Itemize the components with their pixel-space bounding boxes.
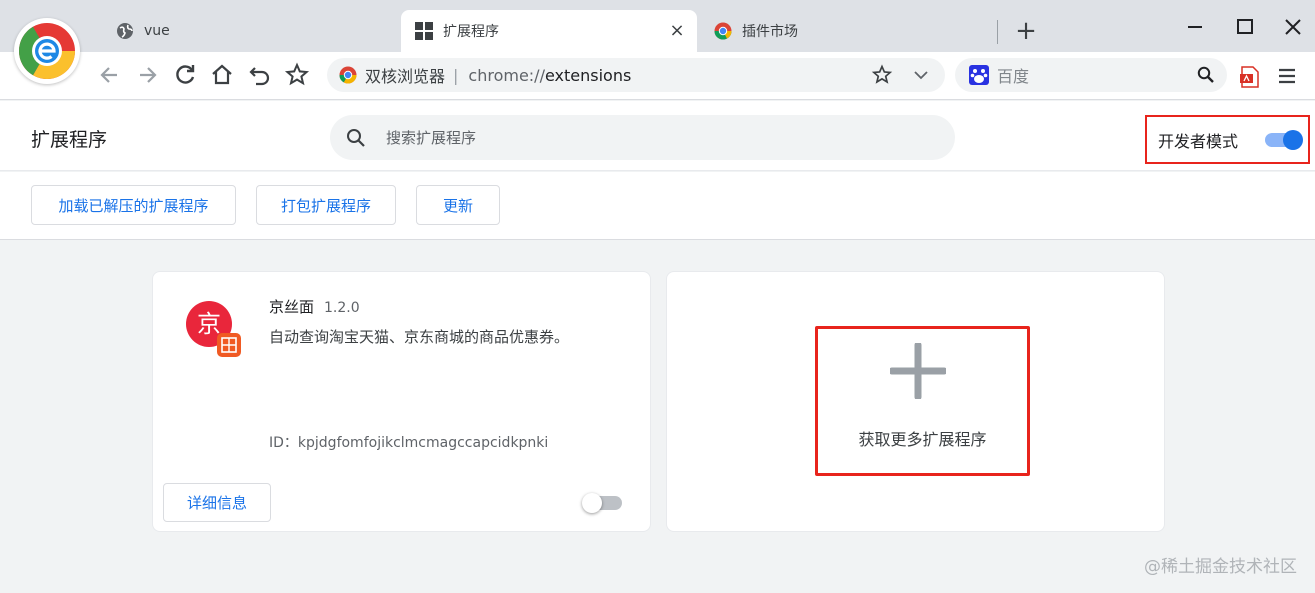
close-tab-icon[interactable]: × (667, 21, 687, 41)
url-scheme: chrome:// (468, 65, 545, 85)
tab-vue[interactable]: vue (108, 10, 398, 52)
tab-title: vue (144, 23, 170, 39)
load-unpacked-button[interactable]: 加载已解压的扩展程序 (31, 185, 236, 225)
extension-version: 1.2.0 (324, 300, 360, 316)
minimize-icon[interactable] (1180, 12, 1210, 42)
chrome-icon (714, 22, 732, 40)
search-icon (347, 128, 365, 147)
undo-icon[interactable] (247, 62, 273, 88)
browser-logo (14, 18, 80, 84)
new-tab-button[interactable]: + (1012, 18, 1040, 46)
extension-search-box[interactable] (330, 115, 955, 160)
url-text: chrome://extensions (468, 66, 631, 85)
update-button[interactable]: 更新 (416, 185, 500, 225)
omnibox-divider: | (453, 65, 459, 85)
bookmark-star-icon[interactable] (284, 62, 310, 88)
toggle-knob (582, 493, 602, 513)
search-icon[interactable] (1197, 66, 1215, 84)
browser-logo-icon (19, 23, 75, 80)
star-icon[interactable] (871, 64, 893, 86)
chrome-icon (339, 66, 357, 84)
close-window-icon[interactable] (1278, 12, 1308, 42)
dev-mode-label: 开发者模式 (1158, 131, 1239, 151)
tab-separator (997, 20, 998, 44)
developer-action-bar: 加载已解压的扩展程序 打包扩展程序 更新 (0, 172, 1315, 240)
extensions-grid-icon (415, 22, 433, 40)
tab-title: 插件市场 (742, 24, 798, 40)
developer-mode-control: 开发者模式 (1145, 115, 1310, 164)
tab-plugin-market[interactable]: 插件市场 (700, 10, 996, 52)
extension-card: 京 京丝面 1.2.0 自动查询淘宝天猫、京东商城的商品优惠券。 ID：kpjdg… (152, 271, 651, 532)
extensions-list: 京 京丝面 1.2.0 自动查询淘宝天猫、京东商城的商品优惠券。 ID：kpjdg… (0, 240, 1315, 593)
plus-icon (890, 343, 946, 399)
pack-extension-button[interactable]: 打包扩展程序 (256, 185, 396, 225)
pdf-icon[interactable] (1240, 66, 1260, 88)
extension-icon-char: 京 (197, 310, 221, 338)
extension-id: ID：kpjdgfomfojikclmcmagccapcidkpnki (269, 435, 549, 451)
site-name: 双核浏览器 (365, 67, 446, 86)
extensions-header: 扩展程序 开发者模式 (0, 101, 1315, 171)
menu-icon[interactable] (1277, 67, 1297, 85)
address-bar[interactable]: 双核浏览器 | chrome://extensions (327, 58, 945, 92)
home-icon[interactable] (209, 62, 235, 88)
back-icon[interactable] (97, 62, 123, 88)
tab-extensions[interactable]: 扩展程序 × (401, 10, 697, 52)
get-more-card: 获取更多扩展程序 (666, 271, 1165, 532)
dev-mode-toggle[interactable] (1265, 130, 1303, 150)
url-path: extensions (544, 65, 632, 85)
tab-strip: vue 扩展程序 × 插件市场 + (0, 0, 1315, 52)
tab-title: 扩展程序 (443, 24, 499, 40)
search-input[interactable] (386, 128, 906, 147)
baidu-paw-icon (969, 65, 989, 85)
browser-toolbar: 双核浏览器 | chrome://extensions 百度 (0, 52, 1315, 100)
get-more-extensions-button[interactable]: 获取更多扩展程序 (815, 326, 1030, 476)
search-engine-placeholder: 百度 (997, 67, 1030, 86)
extension-icon: 京 (185, 300, 243, 358)
forward-icon[interactable] (134, 62, 160, 88)
maximize-icon[interactable] (1230, 12, 1260, 42)
watermark: @稀土掘金技术社区 (1144, 557, 1297, 577)
extension-enable-toggle[interactable] (582, 492, 624, 514)
extension-description: 自动查询淘宝天猫、京东商城的商品优惠券。 (269, 328, 570, 346)
get-more-label: 获取更多扩展程序 (858, 430, 987, 449)
globe-icon (116, 22, 134, 40)
details-button[interactable]: 详细信息 (163, 483, 271, 522)
page-title: 扩展程序 (31, 129, 108, 151)
extension-name: 京丝面 (269, 298, 315, 316)
search-engine-box[interactable]: 百度 (955, 58, 1227, 92)
extension-name-row: 京丝面 1.2.0 (269, 296, 360, 317)
chevron-down-icon[interactable] (911, 65, 931, 85)
toggle-knob (1283, 130, 1303, 150)
reload-icon[interactable] (172, 62, 198, 88)
